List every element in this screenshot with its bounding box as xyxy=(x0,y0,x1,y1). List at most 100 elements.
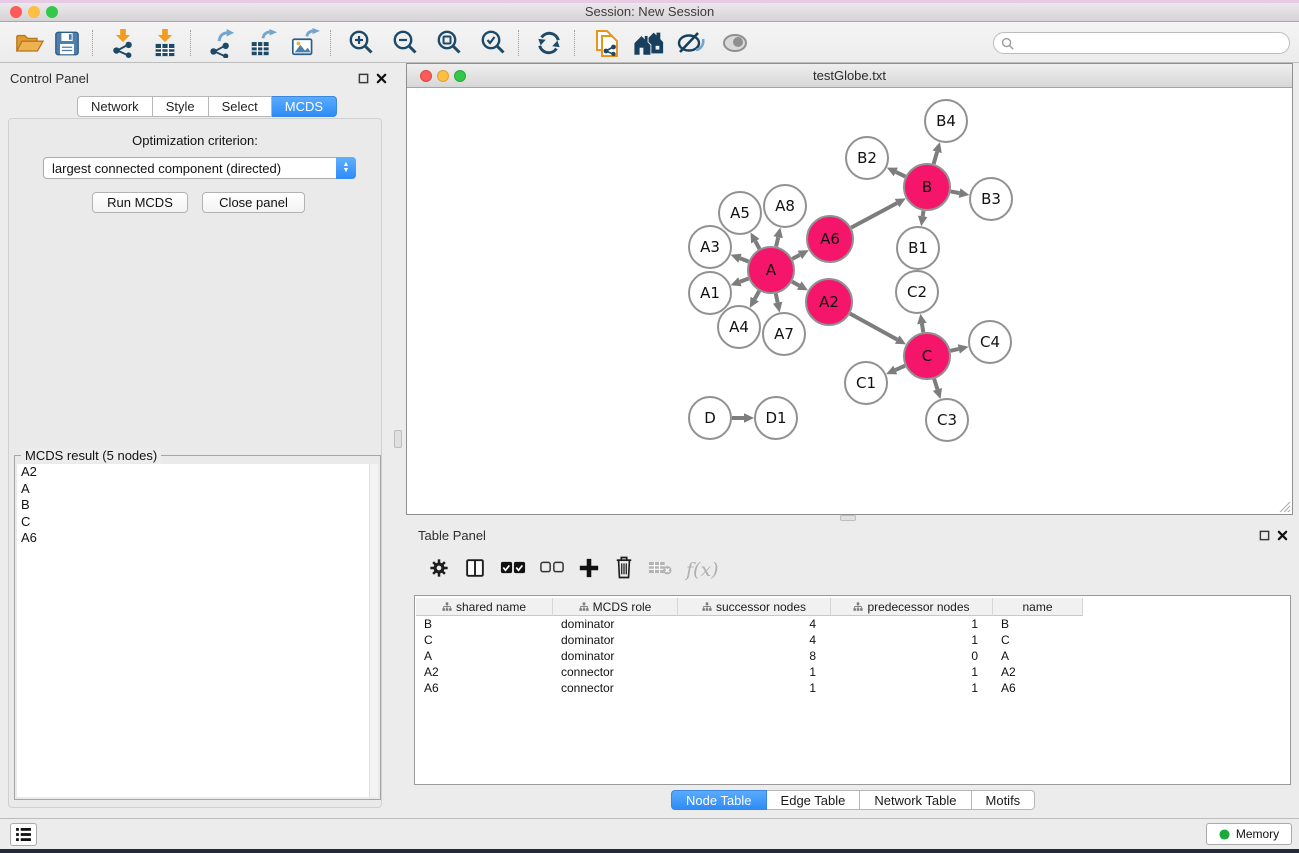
tab-mcds[interactable]: MCDS xyxy=(272,96,337,117)
table-cell[interactable]: 1 xyxy=(831,680,993,696)
graph-edge[interactable] xyxy=(934,379,937,390)
table-cell[interactable]: A xyxy=(416,648,553,664)
column-header-shared-name[interactable]: shared name xyxy=(416,598,553,616)
graph-edge[interactable] xyxy=(851,203,897,228)
tab-style[interactable]: Style xyxy=(153,96,209,117)
table-cell[interactable]: B xyxy=(993,616,1083,632)
zoom-in-button[interactable] xyxy=(344,28,378,58)
result-list-item[interactable]: A xyxy=(17,481,371,498)
table-cell[interactable]: A6 xyxy=(993,680,1083,696)
table-cell[interactable]: dominator xyxy=(553,648,678,664)
window-resize-grip[interactable] xyxy=(1277,499,1291,513)
column-header-successor-nodes[interactable]: successor nodes xyxy=(678,598,831,616)
table-float-panel-button[interactable] xyxy=(1259,528,1270,546)
add-column-button[interactable] xyxy=(578,557,600,584)
close-panel-action-button[interactable]: Close panel xyxy=(202,192,305,213)
delete-table-button[interactable] xyxy=(648,559,672,581)
tab-node-table[interactable]: Node Table xyxy=(671,790,767,810)
search-input[interactable] xyxy=(1014,36,1264,50)
export-network-button[interactable] xyxy=(204,28,238,58)
table-row[interactable]: A6connector11A6 xyxy=(416,680,1289,696)
table-cell[interactable]: A2 xyxy=(993,664,1083,680)
table-cell[interactable]: connector xyxy=(553,664,678,680)
table-cell[interactable]: dominator xyxy=(553,632,678,648)
export-table-button[interactable] xyxy=(246,28,280,58)
table-settings-button[interactable] xyxy=(428,557,450,584)
search-field[interactable] xyxy=(993,32,1290,54)
tab-motifs[interactable]: Motifs xyxy=(972,790,1036,810)
result-list-item[interactable]: B xyxy=(17,497,371,514)
table-cell[interactable]: 1 xyxy=(678,664,831,680)
table-cell[interactable]: 0 xyxy=(831,648,993,664)
float-panel-button[interactable] xyxy=(358,71,369,89)
mcds-result-list[interactable]: A2ABCA6 xyxy=(17,464,371,797)
show-panels-button[interactable] xyxy=(10,823,37,846)
delete-button[interactable] xyxy=(614,556,634,584)
table-row[interactable]: Adominator80A xyxy=(416,648,1289,664)
result-list-item[interactable]: A6 xyxy=(17,530,371,547)
result-list-item[interactable]: C xyxy=(17,514,371,531)
horizontal-divider-grip[interactable] xyxy=(840,515,856,521)
tab-edge-table[interactable]: Edge Table xyxy=(767,790,861,810)
graph-edge[interactable] xyxy=(792,255,800,259)
table-cell[interactable]: A2 xyxy=(416,664,553,680)
table-cell[interactable]: C xyxy=(416,632,553,648)
function-builder-button[interactable]: f(x) xyxy=(686,559,719,581)
table-row[interactable]: Bdominator41B xyxy=(416,616,1289,632)
split-columns-button[interactable] xyxy=(464,557,486,584)
table-cell[interactable]: 4 xyxy=(678,632,831,648)
table-row[interactable]: Cdominator41C xyxy=(416,632,1289,648)
zoom-selected-button[interactable] xyxy=(476,28,510,58)
column-header-predecessor-nodes[interactable]: predecessor nodes xyxy=(831,598,993,616)
hide-details-button[interactable] xyxy=(674,28,708,58)
export-image-button[interactable] xyxy=(288,28,322,58)
graph-edge[interactable] xyxy=(755,291,760,299)
network-canvas[interactable]: B4B2BB3A5A8A6B1A3AC2A1A2A4A7C4CC1DD1C3 xyxy=(407,88,1292,514)
save-session-button[interactable] xyxy=(50,28,84,58)
refresh-view-button[interactable] xyxy=(532,28,566,58)
divider-grip[interactable] xyxy=(394,430,402,448)
table-cell[interactable]: dominator xyxy=(553,616,678,632)
graph-edge[interactable] xyxy=(776,237,778,246)
run-mcds-button[interactable]: Run MCDS xyxy=(92,192,188,213)
table-cell[interactable]: connector xyxy=(553,680,678,696)
graph-edge[interactable] xyxy=(922,324,923,333)
select-all-button[interactable] xyxy=(500,560,526,580)
table-cell[interactable]: 8 xyxy=(678,648,831,664)
close-panel-button[interactable] xyxy=(376,71,387,89)
show-graphics-button[interactable] xyxy=(718,28,752,58)
column-header-name[interactable]: name xyxy=(993,598,1083,616)
graph-edge[interactable] xyxy=(950,349,958,351)
graph-edge[interactable] xyxy=(755,241,759,249)
graph-edge[interactable] xyxy=(951,191,960,193)
import-table-button[interactable] xyxy=(148,28,182,58)
graph-edge[interactable] xyxy=(776,294,778,303)
table-cell[interactable]: 1 xyxy=(831,664,993,680)
table-close-panel-button[interactable] xyxy=(1277,528,1288,546)
graph-edge[interactable] xyxy=(896,172,906,177)
graph-edge[interactable] xyxy=(740,278,749,281)
result-list-scrollbar[interactable] xyxy=(369,464,378,797)
zoom-fit-button[interactable] xyxy=(432,28,466,58)
table-cell[interactable]: 1 xyxy=(678,680,831,696)
table-cell[interactable]: A xyxy=(993,648,1083,664)
deselect-all-button[interactable] xyxy=(540,561,564,579)
table-cell[interactable]: 1 xyxy=(831,616,993,632)
table-cell[interactable]: 1 xyxy=(831,632,993,648)
tab-network-table[interactable]: Network Table xyxy=(860,790,971,810)
zoom-out-button[interactable] xyxy=(388,28,422,58)
table-cell[interactable]: 4 xyxy=(678,616,831,632)
column-header-mcds-role[interactable]: MCDS role xyxy=(553,598,678,616)
home-network-button[interactable] xyxy=(632,28,666,58)
graph-edge[interactable] xyxy=(740,258,749,261)
graph-edge[interactable] xyxy=(895,366,905,370)
tab-select[interactable]: Select xyxy=(209,96,272,117)
graph-edge[interactable] xyxy=(934,152,938,164)
table-cell[interactable]: B xyxy=(416,616,553,632)
tab-network[interactable]: Network xyxy=(77,96,153,117)
graph-edge[interactable] xyxy=(850,314,897,340)
result-list-item[interactable]: A2 xyxy=(17,464,371,481)
graph-edge[interactable] xyxy=(792,282,799,286)
import-network-button[interactable] xyxy=(106,28,140,58)
table-row[interactable]: A2connector11A2 xyxy=(416,664,1289,680)
